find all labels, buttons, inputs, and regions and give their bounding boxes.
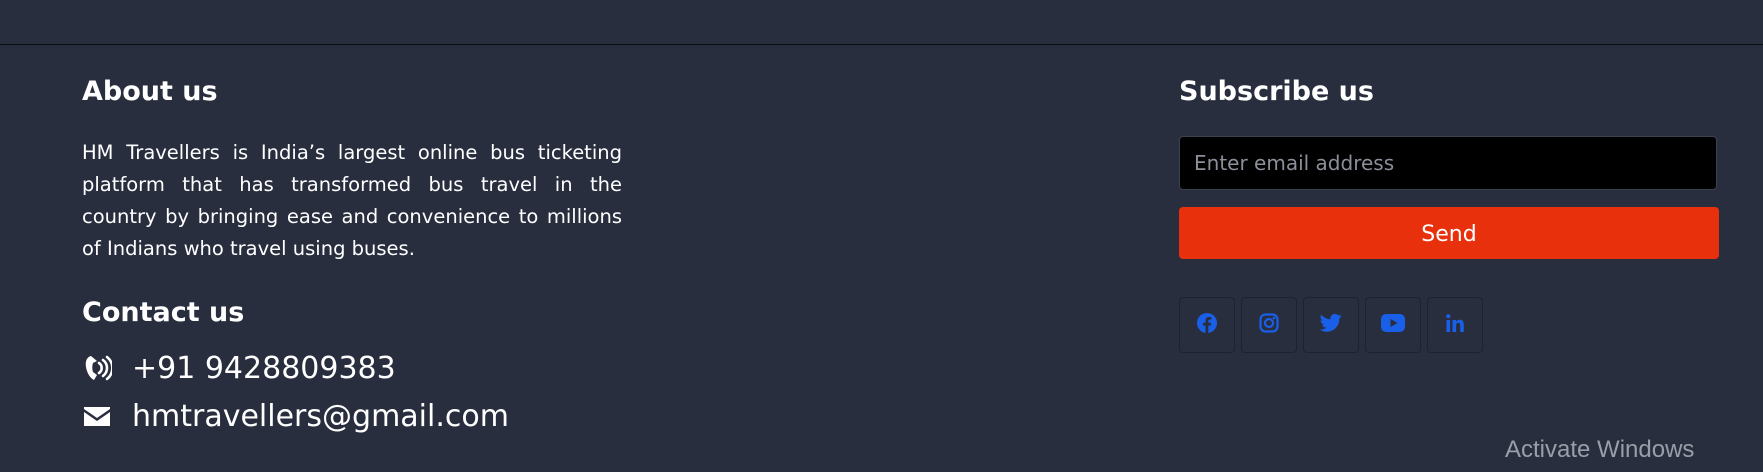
youtube-icon [1381,314,1405,336]
facebook-link[interactable] [1179,297,1235,353]
email-address: hmtravellers@gmail.com [132,398,509,434]
footer-top-divider [0,44,1763,45]
phone-volume-icon [82,352,114,384]
subscribe-email-input[interactable] [1179,136,1717,190]
contact-phone: +91 9428809383 [82,349,396,387]
instagram-link[interactable] [1241,297,1297,353]
social-links [1179,297,1483,353]
linkedin-icon [1445,313,1465,337]
facebook-icon [1196,312,1218,338]
contact-email: hmtravellers@gmail.com [82,397,509,435]
twitter-icon [1319,313,1342,337]
youtube-link[interactable] [1365,297,1421,353]
contact-heading: Contact us [82,297,245,328]
activate-windows-watermark: Activate Windows [1505,436,1695,463]
subscribe-heading: Subscribe us [1179,76,1374,107]
about-description: HM Travellers is India’s largest online … [82,141,622,260]
envelope-icon [82,400,114,432]
linkedin-link[interactable] [1427,297,1483,353]
about-heading: About us [82,76,218,107]
instagram-icon [1259,313,1279,337]
send-button[interactable]: Send [1179,207,1719,259]
phone-number: +91 9428809383 [132,350,396,386]
twitter-link[interactable] [1303,297,1359,353]
